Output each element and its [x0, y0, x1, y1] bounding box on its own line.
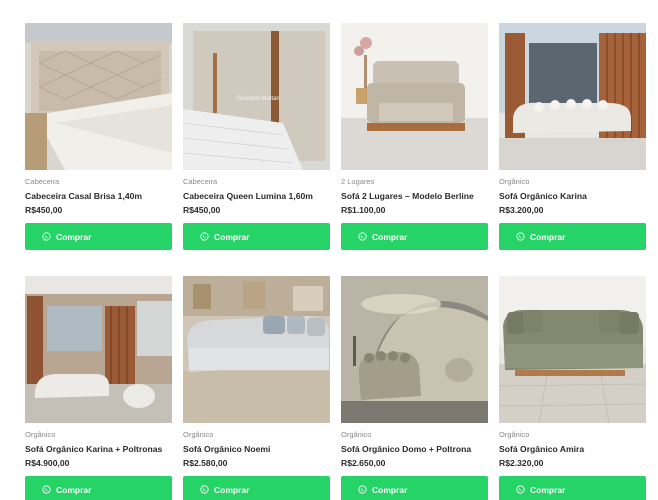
product-category: Orgânico	[25, 430, 56, 439]
whatsapp-icon	[200, 232, 209, 241]
product-category: Cabeceira	[183, 177, 218, 186]
product-image-sofa-amira[interactable]	[499, 276, 646, 423]
buy-button-label: Comprar	[214, 484, 250, 495]
product-image-headboard-queen[interactable]: Giovanni Maltan	[183, 23, 330, 170]
product-card[interactable]: Orgânico Sofá Orgânico Domo + Poltrona R…	[341, 276, 488, 500]
whatsapp-icon	[516, 232, 525, 241]
product-price: R$2.650,00	[341, 458, 386, 468]
product-title[interactable]: Cabeceira Casal Brisa 1,40m	[25, 191, 142, 201]
product-card[interactable]: Orgânico Sofá Orgânico Karina + Poltrona…	[25, 276, 172, 500]
product-image-sofa-berline[interactable]	[341, 23, 488, 170]
buy-button[interactable]: Comprar	[25, 223, 172, 250]
product-card[interactable]: Orgânico Sofá Orgânico Amira R$2.320,00 …	[499, 276, 646, 500]
product-price: R$1.100,00	[341, 205, 386, 215]
product-price: R$4.900,00	[25, 458, 70, 468]
product-title[interactable]: Sofá Orgânico Noemi	[183, 444, 270, 454]
product-category: Orgânico	[499, 430, 530, 439]
buy-button[interactable]: Comprar	[183, 476, 330, 500]
buy-button[interactable]: Comprar	[341, 476, 488, 500]
buy-button[interactable]: Comprar	[499, 476, 646, 500]
buy-button[interactable]: Comprar	[341, 223, 488, 250]
product-image-sofa-domo[interactable]	[341, 276, 488, 423]
product-title[interactable]: Sofá Orgânico Amira	[499, 444, 584, 454]
product-category: Orgânico	[341, 430, 372, 439]
whatsapp-icon	[42, 232, 51, 241]
product-title[interactable]: Sofá 2 Lugares – Modelo Berline	[341, 191, 474, 201]
product-category: 2 Lugares	[341, 177, 375, 186]
product-card[interactable]: Cabeceira Cabeceira Casal Brisa 1,40m R$…	[25, 23, 172, 250]
product-price: R$450,00	[25, 205, 63, 215]
product-price: R$3.200,00	[499, 205, 544, 215]
product-title[interactable]: Cabeceira Queen Lumina 1,60m	[183, 191, 313, 201]
whatsapp-icon	[358, 485, 367, 494]
product-image-sofa-karina-armchairs[interactable]	[25, 276, 172, 423]
whatsapp-icon	[516, 485, 525, 494]
buy-button-label: Comprar	[214, 231, 250, 242]
product-title[interactable]: Sofá Orgânico Karina + Poltronas	[25, 444, 162, 454]
product-category: Orgânico	[183, 430, 214, 439]
buy-button-label: Comprar	[372, 484, 408, 495]
product-card[interactable]: Orgânico Sofá Orgânico Noemi R$2.580,00 …	[183, 276, 330, 500]
whatsapp-icon	[200, 485, 209, 494]
product-card[interactable]: Giovanni Maltan Cabeceira Cabeceira Quee…	[183, 23, 330, 250]
product-card[interactable]: Orgânico Sofá Orgânico Karina R$3.200,00…	[499, 23, 646, 250]
product-price: R$450,00	[183, 205, 221, 215]
buy-button[interactable]: Comprar	[25, 476, 172, 500]
image-watermark: Giovanni Maltan	[236, 96, 279, 102]
product-title[interactable]: Sofá Orgânico Karina	[499, 191, 587, 201]
product-price: R$2.580,00	[183, 458, 228, 468]
product-image-bed-headboard[interactable]	[25, 23, 172, 170]
product-price: R$2.320,00	[499, 458, 544, 468]
buy-button-label: Comprar	[530, 484, 566, 495]
buy-button-label: Comprar	[56, 231, 92, 242]
product-image-sofa-karina[interactable]	[499, 23, 646, 170]
product-category: Cabeceira	[25, 177, 60, 186]
buy-button-label: Comprar	[56, 484, 92, 495]
product-image-sofa-noemi[interactable]	[183, 276, 330, 423]
product-title[interactable]: Sofá Orgânico Domo + Poltrona	[341, 444, 471, 454]
buy-button-label: Comprar	[372, 231, 408, 242]
whatsapp-icon	[42, 485, 51, 494]
buy-button-label: Comprar	[530, 231, 566, 242]
whatsapp-icon	[358, 232, 367, 241]
buy-button[interactable]: Comprar	[499, 223, 646, 250]
product-card[interactable]: 2 Lugares Sofá 2 Lugares – Modelo Berlin…	[341, 23, 488, 250]
product-category: Orgânico	[499, 177, 530, 186]
buy-button[interactable]: Comprar	[183, 223, 330, 250]
